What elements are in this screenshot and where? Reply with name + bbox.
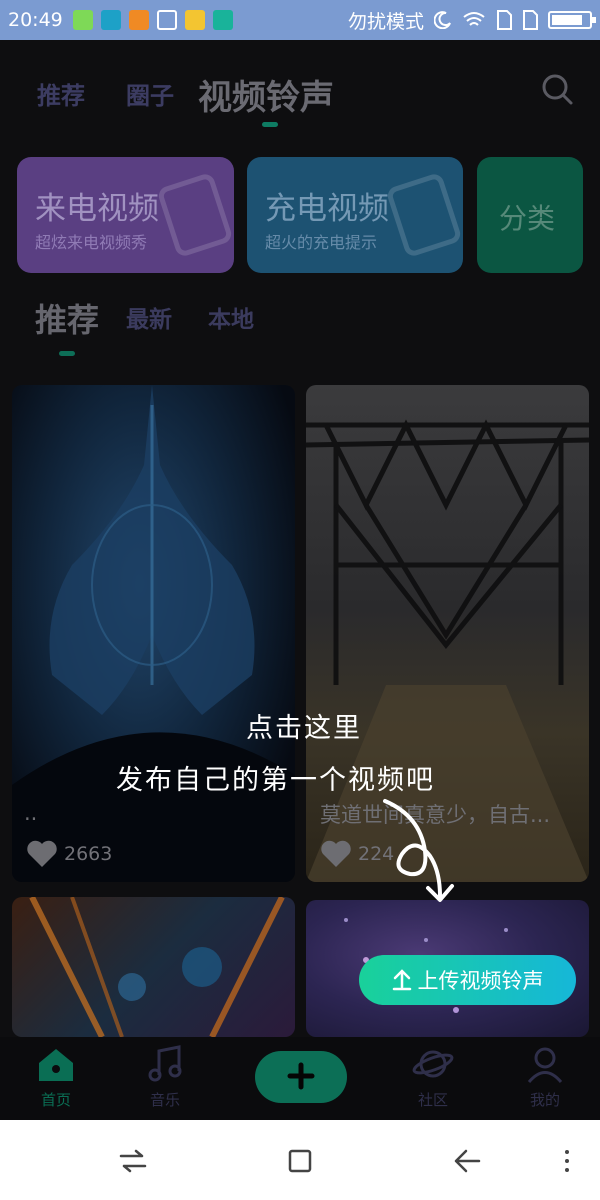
upload-label: 上传视频铃声 [417, 970, 544, 993]
home-icon [39, 1049, 73, 1081]
nav-community[interactable]: 社区 [398, 1045, 468, 1110]
category-title: 充电视频 [265, 191, 389, 227]
video-thumbnail [29, 897, 285, 1037]
dnd-label: 勿扰模式 [347, 10, 424, 33]
tab-circle[interactable]: 圈子 [126, 76, 174, 111]
guide-text-line2: 发布自己的第一个视频吧 [116, 765, 435, 796]
android-icon [72, 10, 93, 30]
nav-community-label: 社区 [417, 1091, 448, 1109]
planet-icon [412, 1050, 454, 1078]
subtab-latest[interactable]: 最新 [126, 300, 172, 334]
nav-music[interactable]: 音乐 [130, 1045, 200, 1110]
tab-recommend[interactable]: 推荐 [37, 76, 85, 111]
top-nav: 推荐 圈子 视频铃声 [0, 40, 600, 140]
tab-indicator [262, 122, 278, 127]
folder-icon [184, 10, 205, 30]
moon-icon [434, 11, 451, 29]
category-incoming-call[interactable]: 来电视频 超炫来电视频秀 [17, 157, 234, 273]
category-subtitle: 超炫来电视频秀 [35, 233, 148, 252]
status-time: 20:49 [8, 9, 63, 31]
nav-music-label: 音乐 [149, 1091, 180, 1109]
profile-icon [527, 1047, 563, 1084]
wifi-icon [463, 12, 485, 26]
back-arrow-icon[interactable] [452, 1146, 482, 1176]
upload-video-ringtone-button[interactable]: 上传视频铃声 [359, 955, 576, 1005]
video-card[interactable]: .. 2663 [12, 385, 295, 882]
category-subtitle: 超火的充电提示 [265, 233, 378, 252]
nav-home[interactable]: 首页 [21, 1045, 91, 1110]
subtab-indicator [59, 351, 75, 356]
category-title: 来电视频 [35, 191, 159, 227]
nav-profile-label: 我的 [529, 1091, 560, 1109]
sim-icon [497, 10, 512, 30]
phone-icon [156, 171, 234, 259]
video-thumbnail [12, 385, 295, 882]
subtab-recommend[interactable]: 推荐 [35, 295, 99, 341]
heart-icon[interactable] [320, 840, 352, 868]
sim-icon-2 [523, 10, 538, 30]
video-caption: .. [24, 801, 38, 825]
like-row: 2663 [26, 840, 112, 868]
bottom-nav: 首页 音乐 社区 我的 [0, 1037, 600, 1120]
video-card[interactable] [12, 897, 295, 1037]
subtab-local[interactable]: 本地 [208, 300, 254, 334]
search-icon[interactable] [540, 72, 574, 106]
switch-apps-icon[interactable] [118, 1146, 148, 1176]
cleaner-icon [156, 10, 177, 30]
like-count: 2663 [64, 843, 113, 865]
category-more[interactable]: 分类 [477, 157, 583, 273]
nav-profile[interactable]: 我的 [510, 1045, 580, 1110]
upload-icon [392, 969, 411, 991]
add-icon [287, 1062, 315, 1089]
guide-arrow-icon [383, 799, 454, 902]
menu-dots-icon[interactable] [555, 1146, 585, 1176]
category-title: 分类 [499, 202, 556, 235]
nav-home-label: 首页 [40, 1091, 71, 1109]
status-right: 勿扰模式 [347, 7, 596, 34]
home-square-icon[interactable] [285, 1146, 315, 1176]
status-bar: 20:49 勿扰模式 [0, 0, 600, 40]
heart-icon[interactable] [26, 840, 58, 868]
notification-icons [72, 10, 233, 30]
guide-text-line1: 点击这里 [246, 713, 362, 744]
system-nav-bar [0, 1120, 600, 1200]
battery-icon [548, 11, 596, 29]
warning-icon [128, 10, 149, 30]
category-charging[interactable]: 充电视频 超火的充电提示 [247, 157, 463, 273]
music-icon [148, 1045, 182, 1082]
tab-video-ringtone[interactable]: 视频铃声 [198, 70, 334, 119]
nav-add-button[interactable] [255, 1051, 347, 1103]
app-root: 20:49 勿扰模式 推荐 圈子 视频铃声 来电视频 超炫来电视频秀 充电视频 … [0, 0, 600, 1200]
battery-deco-icon [385, 171, 463, 259]
usb-icon [212, 10, 233, 30]
app-notification-icon [100, 10, 121, 30]
